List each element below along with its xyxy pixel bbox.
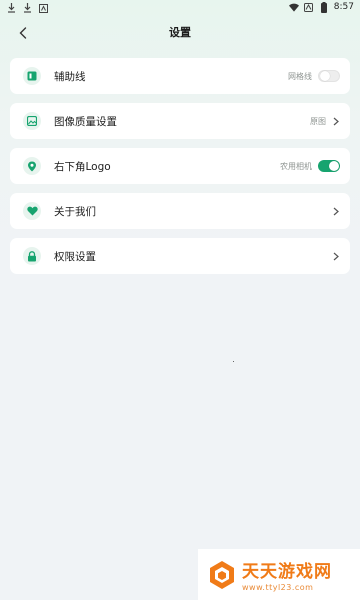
setting-guide-lines[interactable]: 辅助线 网格线 bbox=[10, 58, 350, 94]
setting-image-quality[interactable]: 图像质量设置 原图 bbox=[10, 103, 350, 139]
clock: 8:57 bbox=[333, 2, 354, 12]
watermark-title: 天天游戏网 bbox=[242, 562, 332, 582]
setting-label: 权限设置 bbox=[54, 250, 96, 263]
app-icon bbox=[38, 2, 48, 14]
guide-lines-toggle[interactable] bbox=[318, 70, 340, 82]
page-title: 设置 bbox=[169, 26, 191, 39]
lock-icon bbox=[23, 247, 41, 265]
corner-logo-toggle[interactable] bbox=[318, 160, 340, 172]
setting-label: 辅助线 bbox=[54, 70, 86, 83]
battery-icon bbox=[319, 1, 329, 13]
chevron-right-icon bbox=[332, 206, 340, 216]
watermark-url: www.ttyl23.com bbox=[242, 583, 314, 592]
status-bar: 8:57 bbox=[0, 0, 360, 16]
setting-label: 关于我们 bbox=[54, 205, 96, 218]
chevron-right-icon bbox=[332, 251, 340, 261]
heart-icon bbox=[23, 202, 41, 220]
setting-permissions[interactable]: 权限设置 bbox=[10, 238, 350, 274]
setting-label: 图像质量设置 bbox=[54, 115, 117, 128]
toggle-knob bbox=[320, 71, 330, 81]
setting-corner-logo[interactable]: 右下角Logo 农用相机 bbox=[10, 148, 350, 184]
setting-value: 原图 bbox=[310, 116, 326, 126]
setting-about[interactable]: 关于我们 bbox=[10, 193, 350, 229]
wifi-icon bbox=[288, 1, 299, 13]
app-header: 设置 bbox=[0, 20, 360, 46]
watermark-logo-icon bbox=[208, 559, 236, 591]
download-icon bbox=[22, 2, 32, 14]
grid-guide-icon bbox=[23, 67, 41, 85]
image-icon bbox=[23, 112, 41, 130]
setting-value: 农用相机 bbox=[280, 161, 312, 171]
stray-dot bbox=[233, 361, 234, 362]
battery-saver-icon bbox=[304, 1, 314, 13]
settings-list: 辅助线 网格线 图像质量设置 原图 右下角Logo 农用相机 关于我们 权限设置 bbox=[10, 58, 350, 283]
setting-value: 网格线 bbox=[288, 71, 312, 81]
site-watermark: 天天游戏网 www.ttyl23.com bbox=[198, 549, 360, 600]
location-pin-icon bbox=[23, 157, 41, 175]
setting-label: 右下角Logo bbox=[54, 160, 111, 173]
chevron-right-icon bbox=[332, 116, 340, 126]
toggle-knob bbox=[329, 161, 339, 171]
download-icon bbox=[6, 2, 16, 14]
